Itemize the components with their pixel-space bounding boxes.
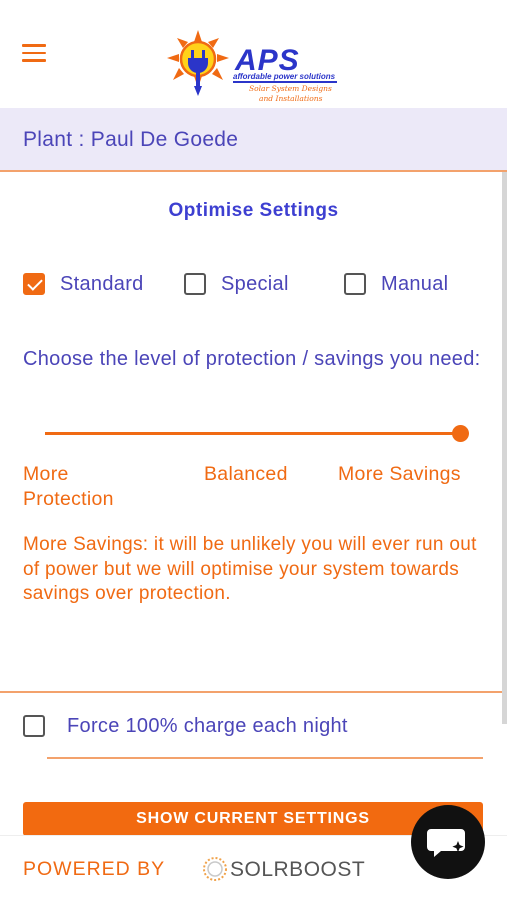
force-charge-label: Force 100% charge each night xyxy=(67,714,348,737)
section-title: Optimise Settings xyxy=(168,200,339,221)
mode-special-option[interactable]: Special xyxy=(184,270,289,298)
checkbox-icon[interactable] xyxy=(184,273,206,295)
powered-by-label: POWERED BY xyxy=(23,858,166,880)
menu-icon[interactable] xyxy=(22,44,46,62)
plant-name: Plant : Paul De Goede xyxy=(23,128,239,151)
aps-sun-plug-icon xyxy=(167,30,229,96)
logo-subtitle: affordable power solutions xyxy=(233,72,336,81)
scale-label-protection: More Protection xyxy=(23,463,114,510)
force-charge-underline xyxy=(47,757,483,759)
checkbox-icon[interactable] xyxy=(23,715,45,737)
protection-question: Choose the level of protection / savings… xyxy=(23,348,481,370)
logo-underline xyxy=(233,81,337,83)
app-header: APS affordable power solutions Solar Sys… xyxy=(0,0,507,108)
logo-tagline-2: and Installations xyxy=(259,94,323,103)
force-charge-option[interactable]: Force 100% charge each night xyxy=(23,712,348,740)
solrboost-brand: SOLRBOOST xyxy=(230,858,366,881)
mode-standard-option[interactable]: Standard xyxy=(23,270,144,298)
chat-icon xyxy=(427,829,465,857)
aps-logo: APS affordable power solutions Solar Sys… xyxy=(163,28,343,108)
mode-manual-label: Manual xyxy=(381,272,449,295)
scale-label-balanced: Balanced xyxy=(204,463,288,485)
mode-special-label: Special xyxy=(221,272,289,295)
checkbox-icon[interactable] xyxy=(344,273,366,295)
scrollbar[interactable] xyxy=(502,172,507,724)
protection-slider-track[interactable] xyxy=(45,432,461,435)
protection-slider-thumb[interactable] xyxy=(452,425,469,442)
logo-tagline-1: Solar System Designs xyxy=(249,84,332,93)
solrboost-logo-icon xyxy=(203,857,227,881)
mode-standard-label: Standard xyxy=(60,272,144,295)
chat-button[interactable] xyxy=(411,805,485,879)
mode-description: More Savings: it will be unlikely you wi… xyxy=(23,534,477,604)
section-divider xyxy=(0,691,502,693)
checkbox-checked-icon[interactable] xyxy=(23,273,45,295)
scale-label-savings: More Savings xyxy=(338,463,461,485)
mode-manual-option[interactable]: Manual xyxy=(344,270,448,298)
plant-bar: Plant : Paul De Goede xyxy=(0,108,507,172)
